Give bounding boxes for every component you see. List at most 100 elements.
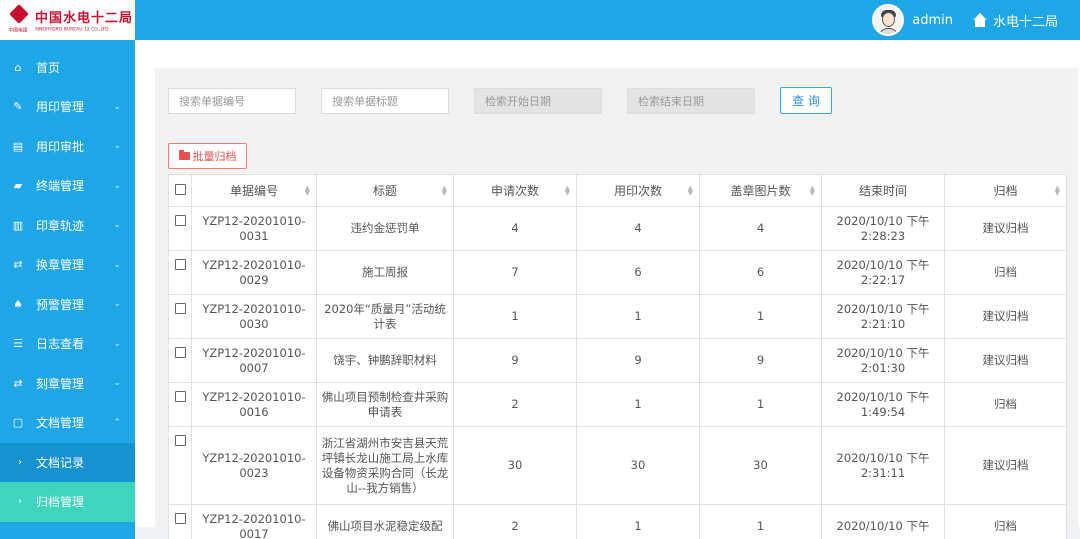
row-checkbox[interactable] [174,513,186,524]
sidebar-item-label: 终端管理 [36,179,85,194]
sidebar-item-terminal[interactable]: ▰ 终端管理 ⌄ [0,166,135,206]
sidebar-item-log[interactable]: ☰ 日志查看 ⌄ [0,324,135,364]
doc-no-link[interactable]: YZP12-20201010-0007 [191,338,317,383]
username[interactable]: admin [912,13,953,28]
archive-link[interactable]: 归档 [944,504,1067,539]
org-name[interactable]: 水电十二局 [993,11,1058,30]
swap-icon: ⇄ [13,376,23,390]
archive-link[interactable]: 归档 [944,382,1067,427]
sidebar-item-seal-approval[interactable]: ▤ 用印审批 ⌄ [0,127,135,167]
doc-no-link[interactable]: YZP12-20201010-0017 [191,504,317,539]
doc-no-link[interactable]: YZP12-20201010-0030 [191,294,317,339]
sort-icon[interactable]: ▲ ▼ [305,185,310,197]
doc-no-link[interactable]: YZP12-20201010-0023 [191,426,317,505]
sidebar-item-label: 印章轨迹 [36,218,85,233]
batch-archive-button[interactable]: 批量归档 [168,143,247,169]
col-header-pic-count[interactable]: 盖章图片数 ▲ ▼ [699,174,822,207]
title-link[interactable]: 2020年“质量月”活动统计表 [316,294,454,339]
row-checkbox[interactable] [174,391,186,402]
title-link[interactable]: 浙江省湖州市安吉县天荒坪镇长龙山施工局上水库 设备物资采购合同（长龙山--我方销… [316,426,454,505]
archive-panel: 搜索单据编号 搜索单据标题 检索开始日期 检索结束日期 查 询 批量归档 单据编… [155,68,1078,539]
doc-no-search-input[interactable]: 搜索单据编号 [168,87,296,114]
sidebar-subitem-doc-records[interactable]: › 文档记录 [0,442,135,482]
col-header-end-time[interactable]: 结束时间 [821,174,945,207]
title-link[interactable]: 违约金惩罚单 [316,206,454,251]
use-count: 1 [576,382,700,427]
chevron-down-icon: ⌄ [113,180,121,191]
sidebar-item-label: 刻章管理 [36,376,85,391]
top-header: 中国电建 中国水电十二局 SINOHYDRO BUREAU 12 CO.,LTD… [0,0,1080,40]
doc-no-link[interactable]: YZP12-20201010-0029 [191,250,317,295]
table-row: YZP12-20201010-0017 佛山项目水泥稳定级配 2 1 1 202… [168,504,1067,539]
chevron-down-icon: ⌄ [113,338,121,349]
sort-icon[interactable]: ▲ ▼ [565,185,570,197]
batch-archive-label: 批量归档 [192,150,237,163]
chevron-down-icon: ⌄ [113,220,121,231]
sidebar-item-label: 用印审批 [36,139,85,154]
title-link[interactable]: 佛山项目水泥稳定级配 [316,504,454,539]
row-checkbox[interactable] [174,347,186,358]
sidebar-item-seal-track[interactable]: ▥ 印章轨迹 ⌄ [0,206,135,246]
sidebar-item-label: 换章管理 [36,258,85,273]
chevron-down-icon: ⌄ [113,141,121,152]
sidebar-item-seal-use[interactable]: ✎ 用印管理 ⌄ [0,87,135,127]
sidebar-item-home[interactable]: ⌂ 首页 [0,40,135,87]
chevron-down-icon: ⌄ [113,299,121,310]
sort-icon[interactable]: ▲ ▼ [810,185,815,197]
row-checkbox[interactable] [174,435,186,446]
start-date-input[interactable]: 检索开始日期 [474,87,602,114]
title-link[interactable]: 饶宇、钟鹏辞职材料 [316,338,454,383]
sort-icon[interactable]: ▲ ▼ [688,185,693,197]
suggest-archive-link[interactable]: 建议归档 [944,206,1067,251]
archive-link[interactable]: 归档 [944,250,1067,295]
table-row: YZP12-20201010-0023 浙江省湖州市安吉县天荒坪镇长龙山施工局上… [168,426,1067,505]
company-logo[interactable]: 中国电建 中国水电十二局 SINOHYDRO BUREAU 12 CO.,LTD… [0,0,135,40]
end-time: 2020/10/10 下午 2:22:17 [821,250,945,295]
title-search-input[interactable]: 搜索单据标题 [321,87,449,114]
end-time: 2020/10/10 下午 2:31:11 [821,426,945,505]
map-icon: ▥ [12,218,24,232]
chevron-down-icon: ⌄ [113,378,121,389]
col-header-archive[interactable]: 归档 ▲ ▼ [944,174,1067,207]
suggest-archive-link[interactable]: 建议归档 [944,338,1067,383]
pic-count: 30 [699,426,822,505]
row-checkbox[interactable] [174,303,186,314]
suggest-archive-link[interactable]: 建议归档 [944,294,1067,339]
query-button[interactable]: 查 询 [780,87,832,114]
row-checkbox[interactable] [174,215,186,226]
end-date-input[interactable]: 检索结束日期 [627,87,755,114]
table-row: YZP12-20201010-0016 佛山项目预制检查井采购申请表 2 1 1… [168,382,1067,427]
col-header-title[interactable]: 标题 ▲ ▼ [316,174,454,207]
apply-count: 7 [453,250,577,295]
sidebar-item-doc-manage[interactable]: ▢ 文档管理 ⌃ [0,403,135,443]
logo-mark-icon: 中国电建 [6,3,31,35]
chevron-down-icon: ⌄ [113,101,121,112]
sidebar-subitem-archive-manage[interactable]: › 归档管理 [0,482,135,522]
home-icon[interactable] [972,13,987,27]
swap-icon: ⇄ [13,258,23,272]
col-header-doc-no[interactable]: 单据编号 ▲ ▼ [191,174,317,207]
row-checkbox[interactable] [174,259,186,270]
user-avatar[interactable] [872,4,905,36]
doc-no-link[interactable]: YZP12-20201010-0016 [191,382,317,427]
title-link[interactable]: 施工周报 [316,250,454,295]
title-link[interactable]: 佛山项目预制检查井采购申请表 [316,382,454,427]
col-header-apply-count[interactable]: 申请次数 ▲ ▼ [453,174,577,207]
sort-icon[interactable]: ▲ ▼ [1055,185,1060,197]
select-all-cell[interactable] [168,174,192,207]
chevron-down-icon: ⌄ [113,259,121,270]
search-bar: 搜索单据编号 搜索单据标题 检索开始日期 检索结束日期 查 询 [168,87,832,114]
sidebar-item-label: 文档管理 [36,416,85,431]
sort-icon[interactable]: ▲ ▼ [442,185,447,197]
sidebar-item-seal-carve[interactable]: ⇄ 刻章管理 ⌄ [0,364,135,404]
sidebar-item-warning[interactable]: ♠ 预警管理 ⌄ [0,285,135,325]
doc-no-link[interactable]: YZP12-20201010-0031 [191,206,317,251]
table-row: YZP12-20201010-0007 饶宇、钟鹏辞职材料 9 9 9 2020… [168,338,1067,383]
use-count: 9 [576,338,700,383]
apply-count: 30 [453,426,577,505]
col-header-use-count[interactable]: 用印次数 ▲ ▼ [576,174,700,207]
sidebar-item-seal-change[interactable]: ⇄ 换章管理 ⌄ [0,245,135,285]
end-time: 2020/10/10 下午 2:01:30 [821,338,945,383]
select-all-checkbox[interactable] [174,183,186,195]
suggest-archive-link[interactable]: 建议归档 [944,426,1067,505]
